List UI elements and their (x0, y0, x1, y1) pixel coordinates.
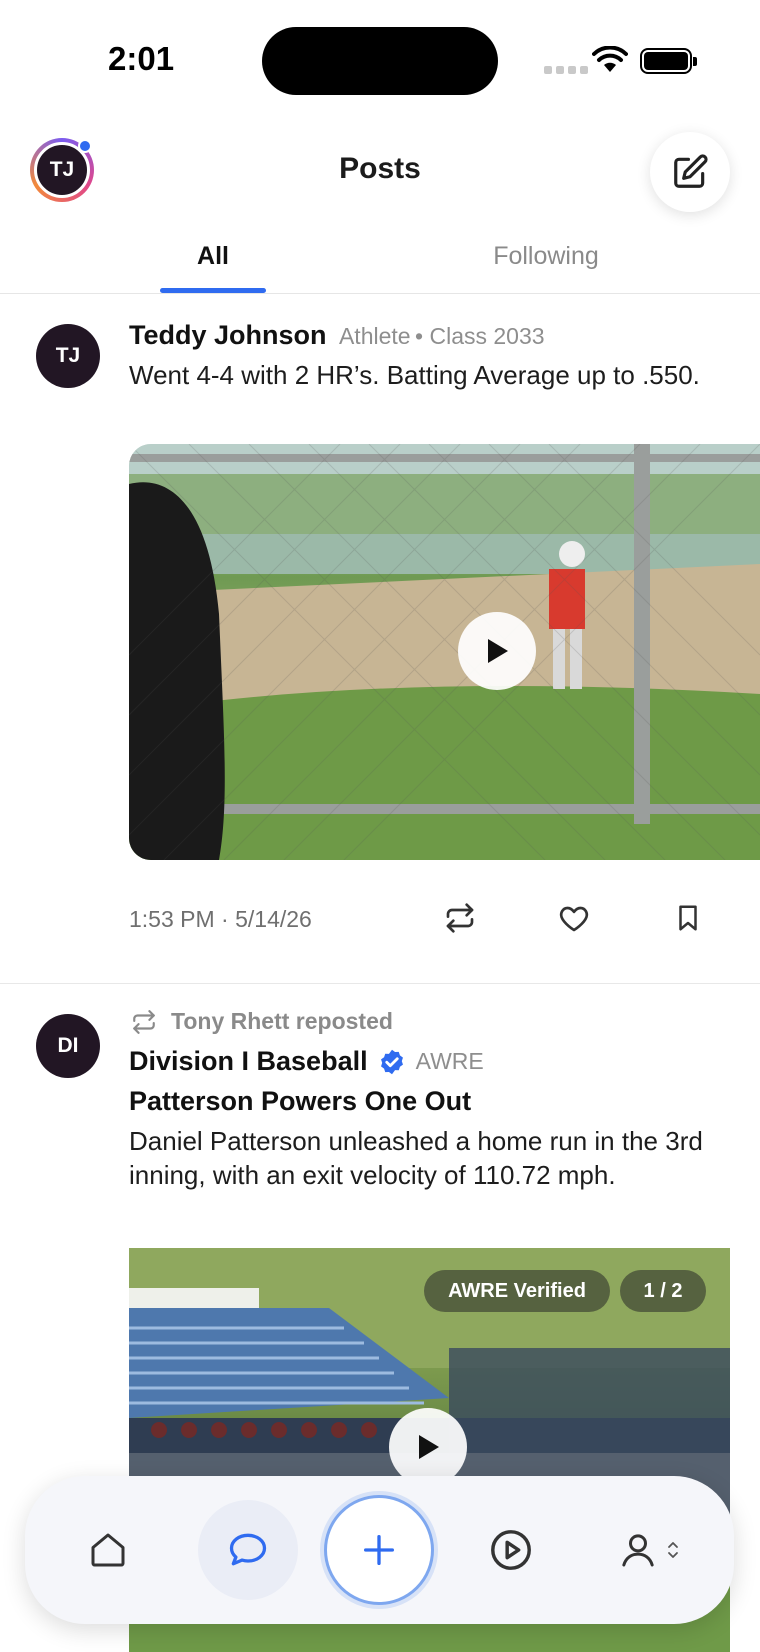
tab-all[interactable]: All (160, 242, 266, 271)
nav-profile[interactable] (599, 1500, 699, 1600)
post-card[interactable]: TJ Teddy Johnson Athlete • Class 2033 We… (0, 294, 760, 984)
nav-create-button[interactable] (324, 1495, 434, 1605)
battery-icon (640, 48, 697, 74)
verified-media-badge: AWRE Verified (424, 1270, 610, 1312)
heart-icon (559, 906, 589, 932)
status-time: 2:01 (108, 40, 175, 77)
home-icon (91, 1533, 125, 1567)
nav-videos[interactable] (461, 1500, 561, 1600)
post-text: Went 4-4 with 2 HR’s. Batting Average up… (129, 360, 700, 390)
post-video[interactable] (129, 444, 760, 860)
author-name[interactable]: Teddy Johnson (129, 320, 327, 350)
chevron-up-down-icon (668, 1542, 678, 1558)
play-circle-icon (491, 1530, 531, 1570)
repost-icon (133, 1009, 155, 1034)
bookmark-button[interactable] (664, 894, 712, 942)
play-icon (419, 1435, 439, 1459)
dynamic-island (262, 27, 498, 95)
play-icon (488, 639, 508, 663)
author-role: Athlete (338, 323, 411, 349)
header: TJ Posts (0, 122, 760, 222)
verified-badge-icon (380, 1049, 403, 1074)
notification-dot (78, 139, 92, 153)
nav-posts[interactable] (198, 1500, 298, 1600)
play-button[interactable] (389, 1408, 467, 1486)
play-button[interactable] (458, 612, 536, 690)
media-counter: 1 / 2 (620, 1270, 706, 1312)
author-line: Teddy Johnson Athlete • Class 2033 (129, 320, 545, 351)
active-tab-indicator (160, 288, 266, 293)
author-handle: AWRE (415, 1048, 484, 1074)
repost-indicator: Tony Rhett reposted (129, 1008, 393, 1035)
post-text: Daniel Patterson unleashed a home run in… (129, 1126, 703, 1190)
repost-icon (446, 903, 474, 933)
author-avatar[interactable]: DI (36, 1014, 100, 1078)
page-title: Posts (339, 152, 421, 185)
like-button[interactable] (550, 894, 598, 942)
plus-icon (364, 1535, 394, 1565)
author-avatar[interactable]: TJ (36, 324, 100, 388)
person-icon (622, 1534, 654, 1567)
nav-home[interactable] (58, 1500, 158, 1600)
post-timestamp: 1:53 PM · 5/14/26 (129, 906, 312, 932)
repost-button[interactable] (436, 894, 484, 942)
bookmark-icon (679, 905, 697, 931)
chat-bubble-icon (229, 1533, 267, 1566)
status-bar: 2:01 (0, 0, 760, 122)
wifi-icon (592, 46, 628, 72)
post-headline: Patterson Powers One Out (129, 1086, 472, 1116)
compose-icon (674, 154, 708, 188)
meta-separator: • (415, 323, 430, 349)
author-name[interactable]: Division I Baseball (129, 1046, 368, 1077)
compose-button[interactable] (650, 132, 730, 212)
cellular-signal-icon (544, 66, 588, 74)
bottom-nav (25, 1476, 734, 1624)
video-thumbnail (129, 444, 760, 860)
author-line: Division I Baseball AWRE (129, 1046, 484, 1077)
author-class: Class 2033 (429, 323, 545, 349)
feed-tabs: All Following (0, 222, 760, 294)
tab-following[interactable]: Following (470, 242, 622, 271)
reposted-by-label: Tony Rhett reposted (171, 1008, 393, 1034)
